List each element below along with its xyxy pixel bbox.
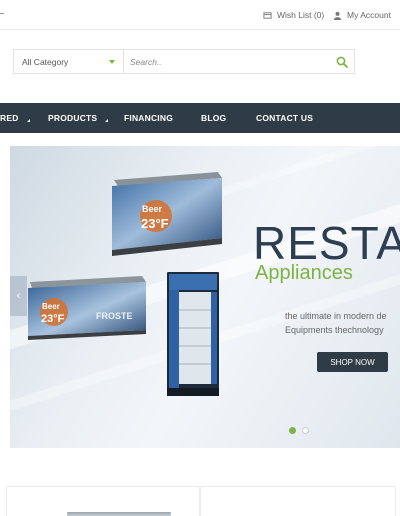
product-thumbnail: [67, 512, 171, 516]
my-account-link[interactable]: My Account: [333, 10, 391, 20]
hero-slider: Beer 23°F Beer 23°F FROSTE RESTAU Applia…: [10, 146, 400, 448]
chevron-left-icon: ‹: [16, 290, 21, 302]
beer-cooler-small-image: Beer 23°F FROSTE: [28, 276, 146, 340]
slider-dot-active[interactable]: [289, 427, 296, 434]
search-icon[interactable]: [336, 56, 348, 68]
category-select-value: All Category: [22, 56, 69, 67]
cooler-brand-text: FROSTE: [96, 311, 133, 321]
product-card[interactable]: [200, 486, 396, 516]
wishlist-link[interactable]: Wish List (0): [263, 10, 324, 20]
nav-item-label: FINANCING: [124, 113, 174, 123]
top-bar: Wish List (0) My Account: [0, 0, 400, 30]
nav-item-blog[interactable]: BLOG: [201, 103, 226, 133]
cooler-small-temp-text: 23°F: [41, 313, 65, 325]
chevron-down-icon: [109, 60, 115, 64]
search-input[interactable]: [130, 56, 310, 67]
nav-item-label: CONTACT US: [256, 113, 314, 123]
dropdown-icon: [102, 119, 109, 122]
product-grid-strip: [0, 486, 400, 516]
slide-description: the ultimate in modern de Equipments the…: [285, 309, 387, 337]
wishlist-icon: [263, 11, 272, 19]
dropdown-icon: [24, 119, 30, 122]
nav-item-label: RED: [0, 113, 19, 123]
search-bar: All Category: [13, 49, 355, 74]
cooler-beer-text: Beer: [142, 204, 163, 214]
main-nav: RED PRODUCTS FINANCING BLOG CONTACT US: [0, 103, 400, 133]
nav-item-financing[interactable]: FINANCING: [124, 103, 173, 133]
shop-now-button[interactable]: SHOP NOW: [317, 352, 388, 372]
top-bar-dash: [0, 13, 4, 14]
product-card[interactable]: [6, 486, 200, 516]
cooler-temp-text: 23°F: [141, 216, 169, 231]
nav-item-products[interactable]: PRODUCTS: [48, 103, 109, 133]
beer-cooler-large-image: Beer 23°F: [112, 172, 222, 256]
slide-subtitle: Appliances: [255, 262, 353, 284]
my-account-label: My Account: [347, 10, 391, 20]
nav-item-label: BLOG: [201, 113, 227, 123]
wishlist-label: Wish List (0): [277, 10, 325, 20]
nav-item-contact-us[interactable]: CONTACT US: [256, 103, 313, 133]
nav-item-label: PRODUCTS: [48, 113, 98, 123]
category-select[interactable]: All Category: [14, 50, 124, 73]
glass-door-fridge-image: [167, 272, 219, 396]
user-icon: [333, 11, 342, 20]
nav-item-red[interactable]: RED: [0, 103, 30, 133]
slider-prev-button[interactable]: ‹: [10, 276, 27, 316]
slide-description-line: the ultimate in modern de: [285, 311, 387, 321]
slider-pagination: [289, 427, 309, 434]
cooler-small-beer-text: Beer: [42, 302, 60, 311]
slide-description-line: Equipments thechnology: [285, 325, 384, 335]
search-field-wrap: [124, 50, 354, 73]
slider-dot[interactable]: [302, 427, 309, 434]
